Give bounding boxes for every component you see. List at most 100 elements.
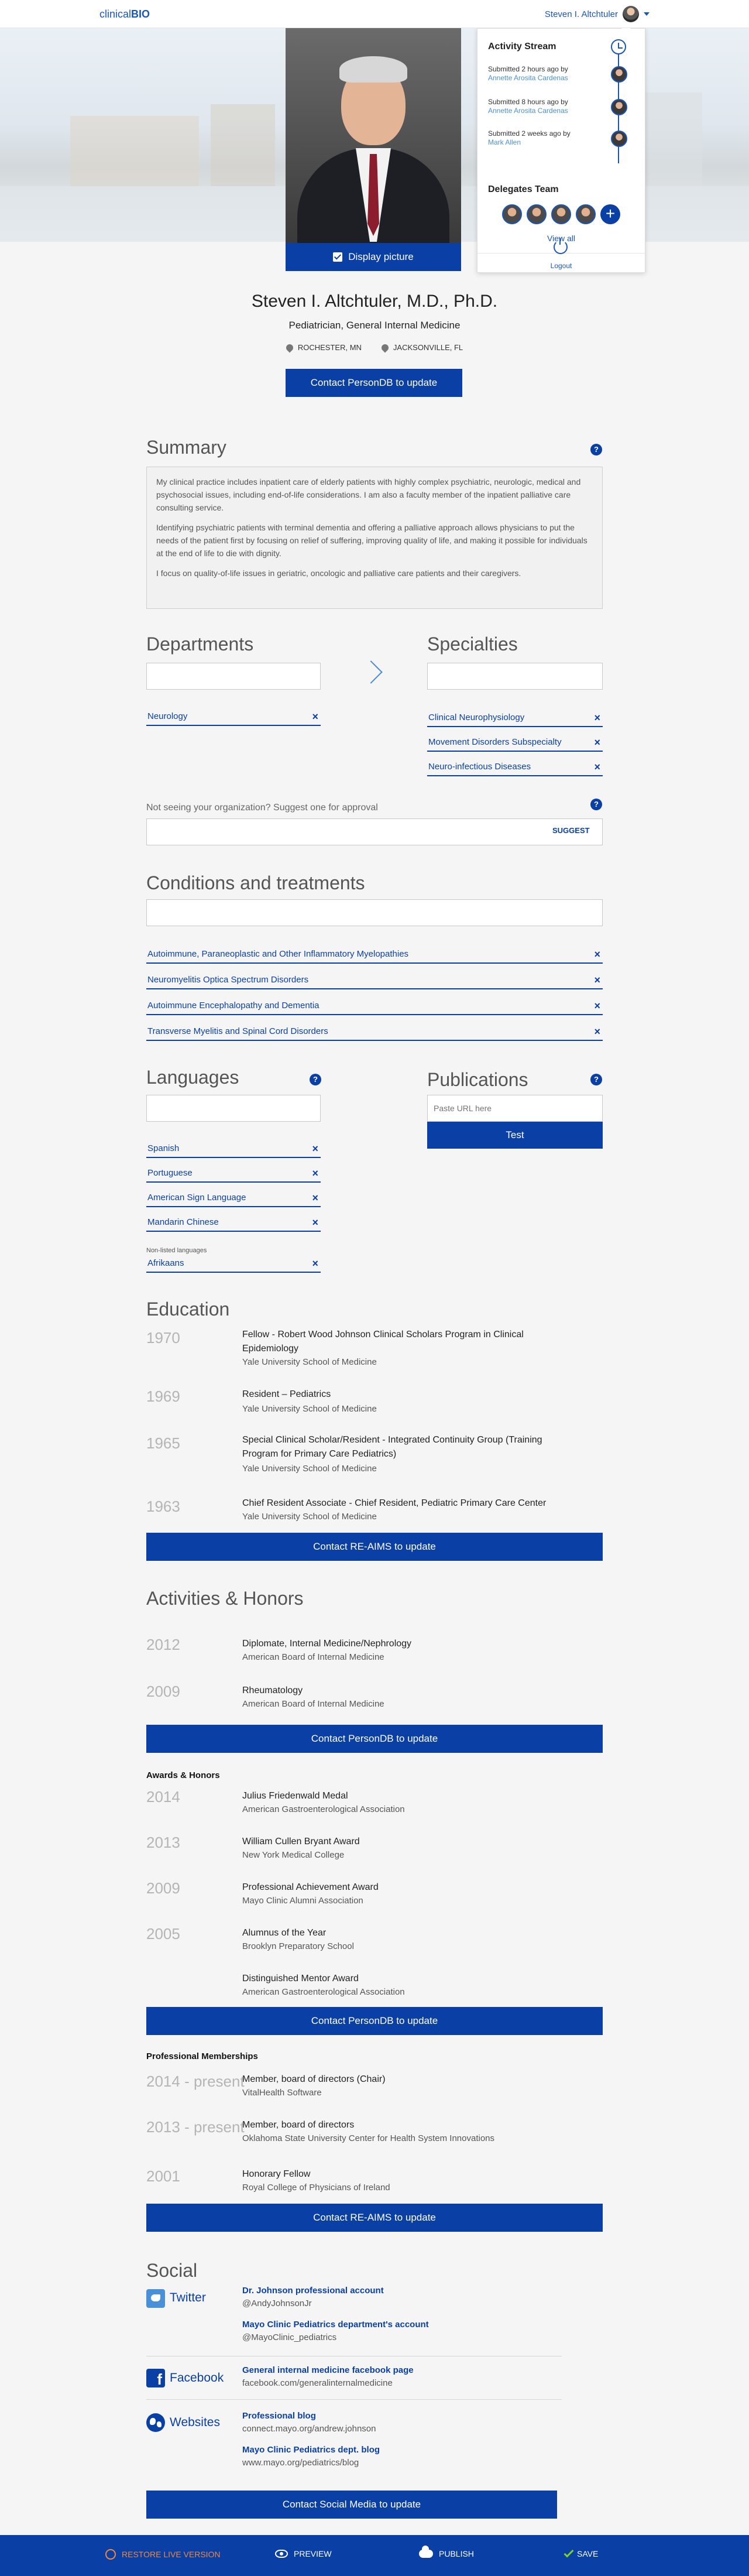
activity-title: Diplomate, Internal Medicine/Nephrology: [242, 1639, 412, 1649]
activity-item[interactable]: Submitted 8 hours ago by Annette Arosita…: [488, 98, 568, 115]
help-icon[interactable]: ?: [590, 1074, 602, 1085]
activity-item[interactable]: Submitted 2 weeks ago by Mark Allen: [488, 129, 571, 147]
restore-label: RESTORE LIVE VERSION: [122, 2550, 221, 2559]
award-organization: Mayo Clinic Alumni Association: [242, 1896, 363, 1906]
remove-icon[interactable]: ×: [312, 1192, 318, 1204]
activity-author[interactable]: Annette Arosita Cardenas: [488, 107, 568, 115]
contact-persondb-button[interactable]: Contact PersonDB to update: [286, 369, 462, 397]
contact-persondb-button[interactable]: Contact PersonDB to update: [146, 2007, 603, 2035]
remove-icon[interactable]: ×: [594, 737, 600, 749]
delegate-avatar[interactable]: [576, 204, 596, 224]
facebook-url: facebook.com/generalinternalmedicine: [242, 2378, 393, 2388]
summary-textarea[interactable]: My clinical practice includes inpatient …: [146, 467, 603, 609]
activity-author[interactable]: Mark Allen: [488, 138, 571, 147]
caret-down-icon: [644, 12, 650, 16]
suggest-button[interactable]: SUGGEST: [552, 826, 590, 835]
tag-label: Spanish: [147, 1143, 180, 1153]
tag-label: Transverse Myelitis and Spinal Cord Diso…: [147, 1026, 328, 1036]
restore-live-version-button[interactable]: RESTORE LIVE VERSION: [105, 2549, 221, 2560]
language-tag: Mandarin Chinese ×: [146, 1213, 321, 1232]
chevron-right-icon: [359, 660, 383, 684]
award-year: 2005: [146, 1925, 180, 1943]
map-pin-icon: [284, 342, 295, 352]
remove-icon[interactable]: ×: [594, 948, 600, 961]
award-organization: American Gastroenterological Association: [242, 1804, 405, 1814]
location-item: ROCHESTER, MN: [284, 342, 362, 352]
remove-icon[interactable]: ×: [312, 1143, 318, 1155]
checkbox-checked-icon[interactable]: [333, 252, 343, 262]
remove-icon[interactable]: ×: [594, 974, 600, 986]
award-organization: Brooklyn Preparatory School: [242, 1941, 354, 1951]
activity-stream-title: Activity Stream: [488, 42, 556, 52]
help-icon[interactable]: ?: [310, 1074, 321, 1085]
restore-icon: [105, 2549, 116, 2560]
delegate-avatar[interactable]: [551, 204, 571, 224]
remove-icon[interactable]: ×: [312, 711, 318, 723]
delegate-avatar[interactable]: [527, 204, 547, 224]
clinicalbio-logo[interactable]: clinicalBIO: [99, 8, 150, 20]
activity-item[interactable]: Submitted 2 hours ago by Annette Arosita…: [488, 65, 568, 83]
conditions-search-input[interactable]: [146, 899, 603, 926]
contact-persondb-button[interactable]: Contact PersonDB to update: [146, 1725, 603, 1753]
delegate-avatar[interactable]: [502, 204, 522, 224]
education-title: Resident – Pediatrics: [242, 1389, 331, 1399]
membership-organization: VitalHealth Software: [242, 2088, 322, 2098]
help-icon[interactable]: ?: [590, 799, 602, 810]
remove-icon[interactable]: ×: [594, 761, 600, 773]
display-picture-toggle[interactable]: Display picture: [286, 243, 461, 271]
remove-icon[interactable]: ×: [312, 1258, 318, 1270]
award-organization: New York Medical College: [242, 1850, 345, 1860]
remove-icon[interactable]: ×: [594, 712, 600, 724]
website-link[interactable]: Professional blog: [242, 2411, 316, 2421]
tag-label: Movement Disorders Subspecialty: [428, 737, 562, 747]
preview-button[interactable]: PREVIEW: [275, 2549, 332, 2558]
checkmark-icon: [564, 2547, 574, 2558]
facebook-icon: f: [146, 2369, 165, 2388]
award-title: Alumnus of the Year: [242, 1928, 327, 1938]
remove-icon[interactable]: ×: [312, 1167, 318, 1180]
contact-social-media-button[interactable]: Contact Social Media to update: [146, 2491, 557, 2519]
membership-year: 2013 - present: [146, 2118, 245, 2136]
top-navigation-bar: clinicalBIO Steven I. Altchtuler: [0, 0, 749, 28]
contact-re-aims-button[interactable]: Contact RE-AIMS to update: [146, 1533, 603, 1561]
language-tag: Portuguese ×: [146, 1164, 321, 1183]
website-link[interactable]: Mayo Clinic Pediatrics dept. blog: [242, 2445, 380, 2455]
tag-label: Autoimmune Encephalopathy and Dementia: [147, 1000, 319, 1010]
add-delegate-button[interactable]: +: [600, 204, 620, 224]
publication-url-input[interactable]: [427, 1095, 603, 1122]
location-item: JACKSONVILLE, FL: [380, 342, 463, 352]
logo-text-bold: BIO: [131, 8, 150, 20]
suggest-organization-input[interactable]: [146, 818, 603, 845]
tag-label: Neuromyelitis Optica Spectrum Disorders: [147, 974, 309, 985]
remove-icon[interactable]: ×: [594, 1026, 600, 1038]
publish-button[interactable]: PUBLISH: [419, 2546, 474, 2558]
remove-icon[interactable]: ×: [312, 1217, 318, 1229]
user-menu[interactable]: Steven I. Altchtuler: [545, 6, 650, 22]
twitter-account-link[interactable]: Mayo Clinic Pediatrics department's acco…: [242, 2320, 429, 2330]
summary-paragraph: Identifying psychiatric patients with te…: [156, 523, 587, 558]
test-publication-button[interactable]: Test: [427, 1122, 603, 1149]
help-icon[interactable]: ?: [590, 444, 602, 455]
location-label: JACKSONVILLE, FL: [393, 343, 463, 352]
save-button[interactable]: SAVE: [564, 2547, 598, 2558]
remove-icon[interactable]: ×: [594, 1000, 600, 1012]
twitter-account-link[interactable]: Dr. Johnson professional account: [242, 2286, 384, 2296]
languages-search-input[interactable]: [146, 1095, 321, 1122]
divider: [146, 2399, 562, 2400]
education-institution: Yale University School of Medicine: [242, 1512, 377, 1522]
departments-search-input[interactable]: [146, 663, 321, 690]
tag-label: Portuguese: [147, 1167, 193, 1178]
education-title: Special Clinical Scholar/Resident - Inte…: [242, 1435, 542, 1459]
logout-link[interactable]: Logout: [477, 262, 645, 270]
education-year: 1963: [146, 1498, 180, 1515]
power-icon[interactable]: [554, 238, 568, 254]
contact-re-aims-button[interactable]: Contact RE-AIMS to update: [146, 2204, 603, 2232]
activity-title: Rheumatology: [242, 1686, 303, 1695]
award-year: 2009: [146, 1879, 180, 1897]
education-title: Chief Resident Associate - Chief Residen…: [242, 1498, 547, 1508]
activity-time: Submitted 2 hours ago by: [488, 65, 568, 73]
activity-author[interactable]: Annette Arosita Cardenas: [488, 74, 568, 83]
facebook-page-link[interactable]: General internal medicine facebook page: [242, 2365, 414, 2375]
delegates-team-title: Delegates Team: [488, 184, 559, 194]
specialties-search-input[interactable]: [427, 663, 603, 690]
